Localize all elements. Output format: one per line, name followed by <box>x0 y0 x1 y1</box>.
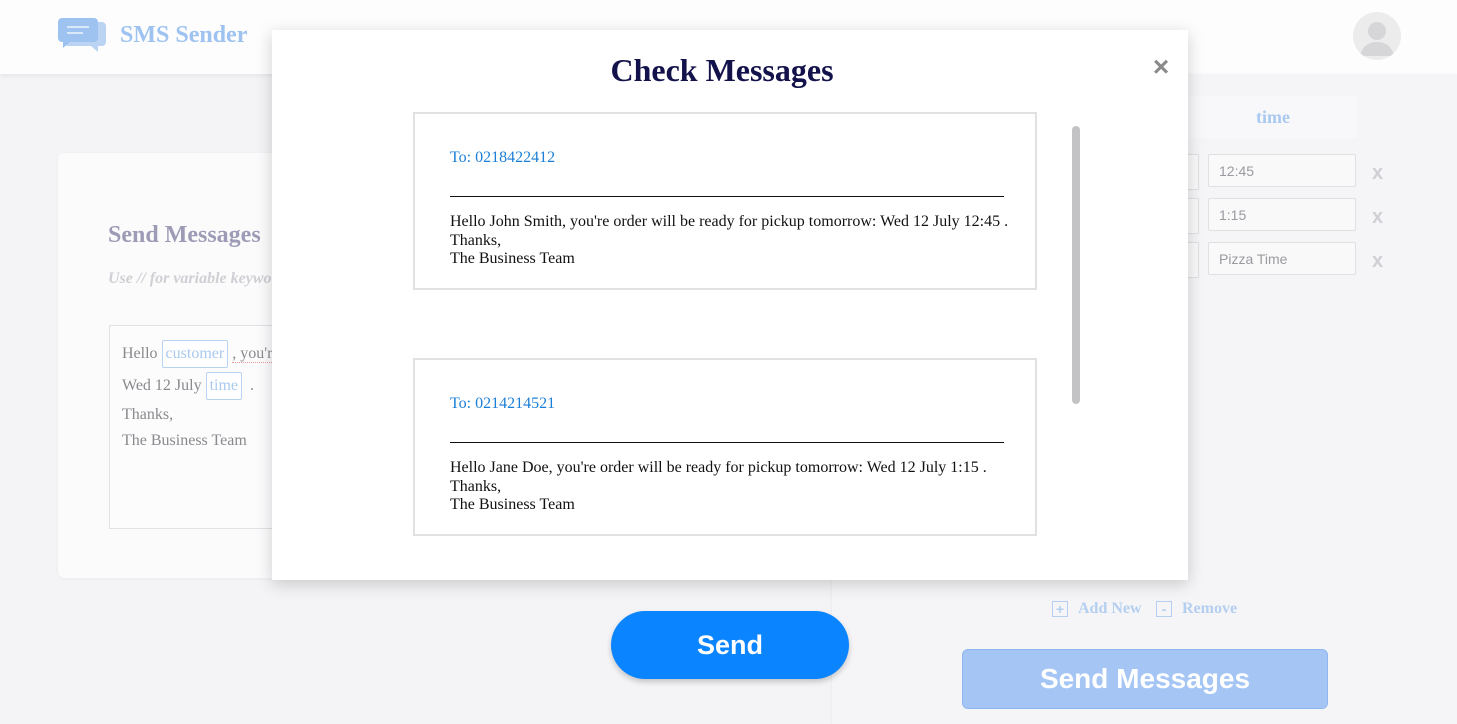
message-line: Thanks, <box>450 231 502 249</box>
variable-chip-customer[interactable]: customer <box>161 340 229 368</box>
table-cell-stub <box>1188 242 1199 278</box>
user-avatar-icon[interactable] <box>1353 12 1401 60</box>
message-line: The Business Team <box>450 250 575 267</box>
plus-icon: + <box>1052 601 1068 617</box>
time-input[interactable]: Pizza Time <box>1208 242 1356 275</box>
divider <box>450 442 1004 443</box>
message-line: Hello John Smith, you're order will be r… <box>450 213 1009 230</box>
close-icon[interactable]: × <box>1150 52 1172 82</box>
message-preview-card: To: 0214214521 Hello Jane Doe, you're or… <box>413 358 1037 536</box>
remove-row-button[interactable]: x <box>1372 250 1383 273</box>
time-input[interactable]: 12:45 <box>1208 154 1356 187</box>
table-cell-stub <box>1188 198 1199 234</box>
template-text: . <box>250 377 255 394</box>
template-text: , you'r <box>232 345 273 363</box>
remove-row-button[interactable]: x <box>1372 206 1383 229</box>
remove-label: Remove <box>1182 600 1238 617</box>
template-text: Wed 12 July <box>122 377 202 394</box>
chat-bubbles-icon <box>58 18 106 52</box>
template-text: Hello <box>122 345 158 362</box>
column-header-time: time <box>1188 96 1358 138</box>
add-new-button[interactable]: + Add New <box>1052 600 1142 618</box>
app-title: SMS Sender <box>120 22 248 48</box>
message-line: The Business Team <box>450 496 575 513</box>
modal-title: Check Messages <box>610 52 834 88</box>
template-text: Thanks, <box>122 406 174 423</box>
message-recipient: To: 0214214521 <box>450 395 556 412</box>
send-button[interactable]: Send <box>611 611 849 679</box>
check-messages-modal: Check Messages × To: 0218422412 Hello Jo… <box>272 30 1188 580</box>
remove-button[interactable]: - Remove <box>1156 600 1237 618</box>
variable-hint: Use // for variable keywo <box>108 270 272 287</box>
divider <box>450 196 1004 197</box>
message-body: Hello John Smith, you're order will be r… <box>450 213 1008 269</box>
message-line: Thanks, <box>450 477 502 495</box>
variable-chip-time[interactable]: time <box>205 372 243 400</box>
message-recipient: To: 0218422412 <box>450 149 556 166</box>
message-preview-card: To: 0218422412 Hello John Smith, you're … <box>413 112 1037 290</box>
person-silhouette-icon <box>1360 22 1394 56</box>
add-new-label: Add New <box>1078 600 1142 617</box>
table-cell-stub <box>1188 154 1199 190</box>
remove-row-button[interactable]: x <box>1372 162 1383 185</box>
modal-scrollbar[interactable] <box>1072 126 1080 404</box>
message-body: Hello Jane Doe, you're order will be rea… <box>450 459 987 515</box>
send-messages-title: Send Messages <box>108 222 261 248</box>
time-input[interactable]: 1:15 <box>1208 198 1356 231</box>
send-messages-button[interactable]: Send Messages <box>962 649 1328 709</box>
minus-icon: - <box>1156 601 1172 617</box>
message-line: Hello Jane Doe, you're order will be rea… <box>450 459 987 476</box>
template-text: The Business Team <box>122 432 247 449</box>
